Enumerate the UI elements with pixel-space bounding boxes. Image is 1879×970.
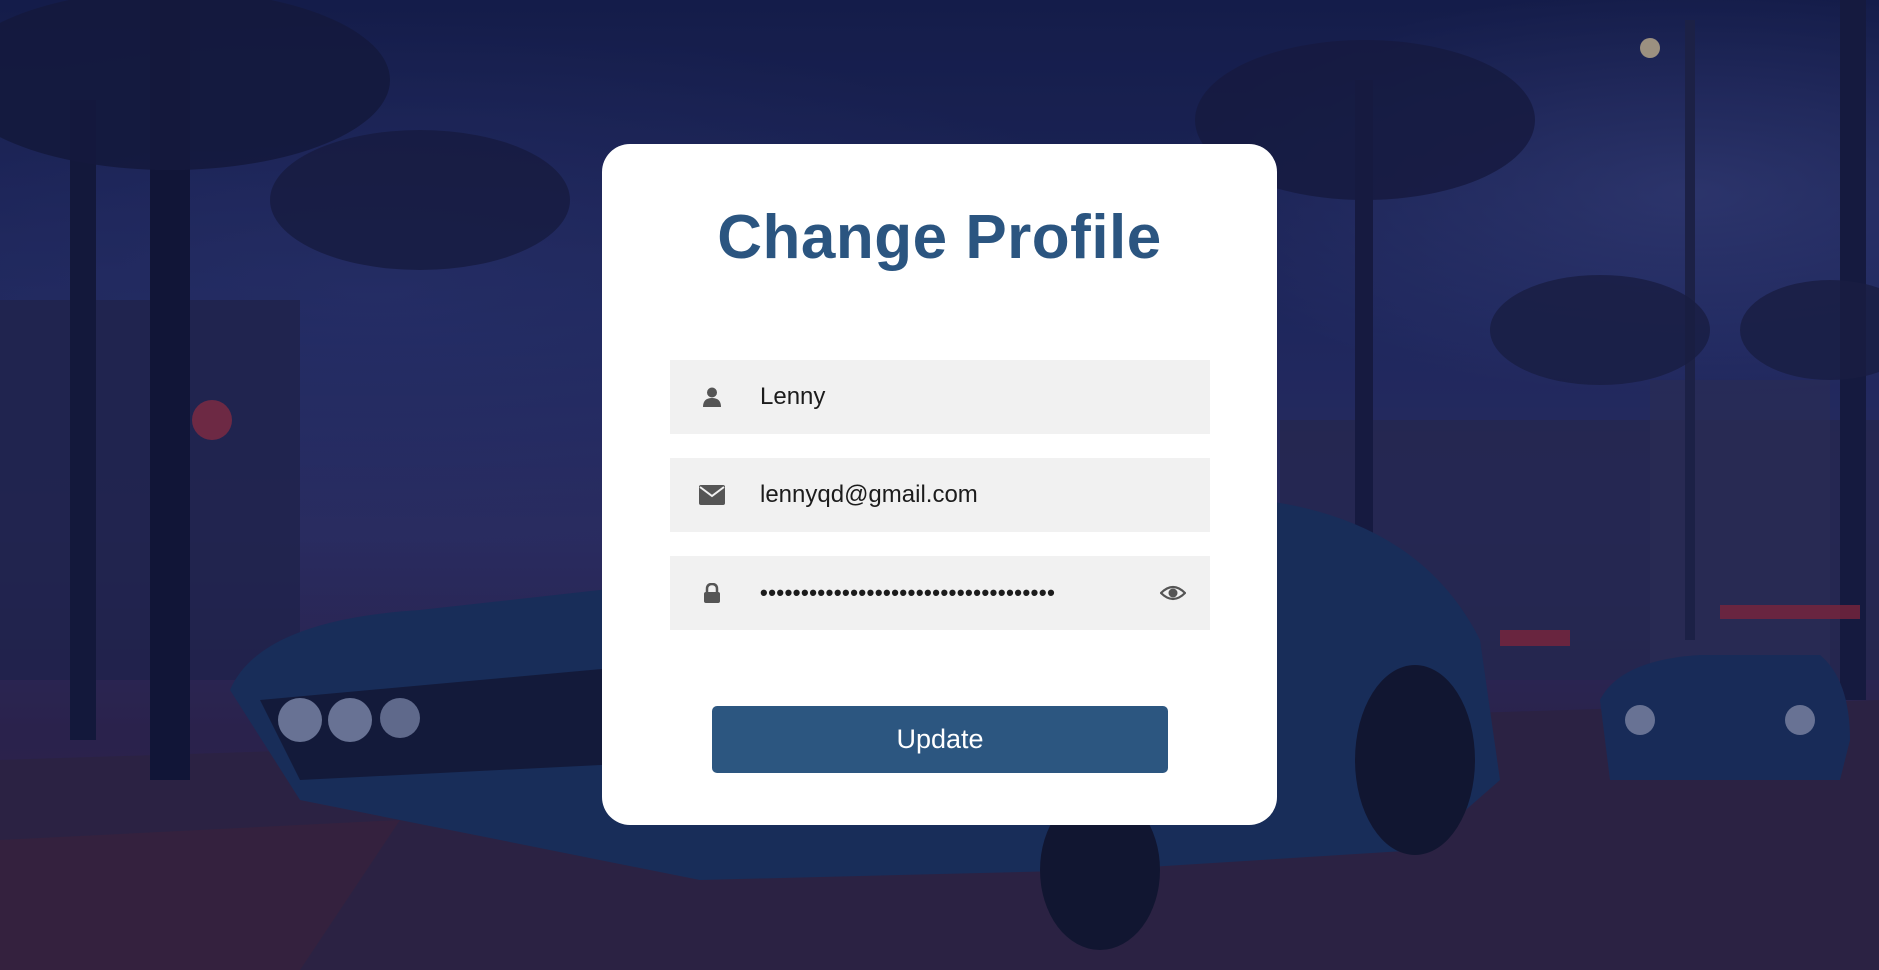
password-field[interactable]: ••••••••••••••••••••••••••••••••••••: [670, 556, 1210, 630]
username-field[interactable]: Lenny: [670, 360, 1210, 434]
email-field[interactable]: lennyqd@gmail.com: [670, 458, 1210, 532]
email-value[interactable]: lennyqd@gmail.com: [760, 481, 978, 509]
username-value[interactable]: Lenny: [760, 383, 825, 411]
password-value[interactable]: ••••••••••••••••••••••••••••••••••••: [760, 580, 1122, 606]
page-title: Change Profile: [717, 203, 1162, 272]
envelope-icon: [680, 458, 744, 532]
lock-icon: [680, 556, 744, 630]
eye-icon[interactable]: [1160, 556, 1186, 630]
update-button[interactable]: Update: [712, 706, 1168, 773]
user-icon: [680, 360, 744, 434]
